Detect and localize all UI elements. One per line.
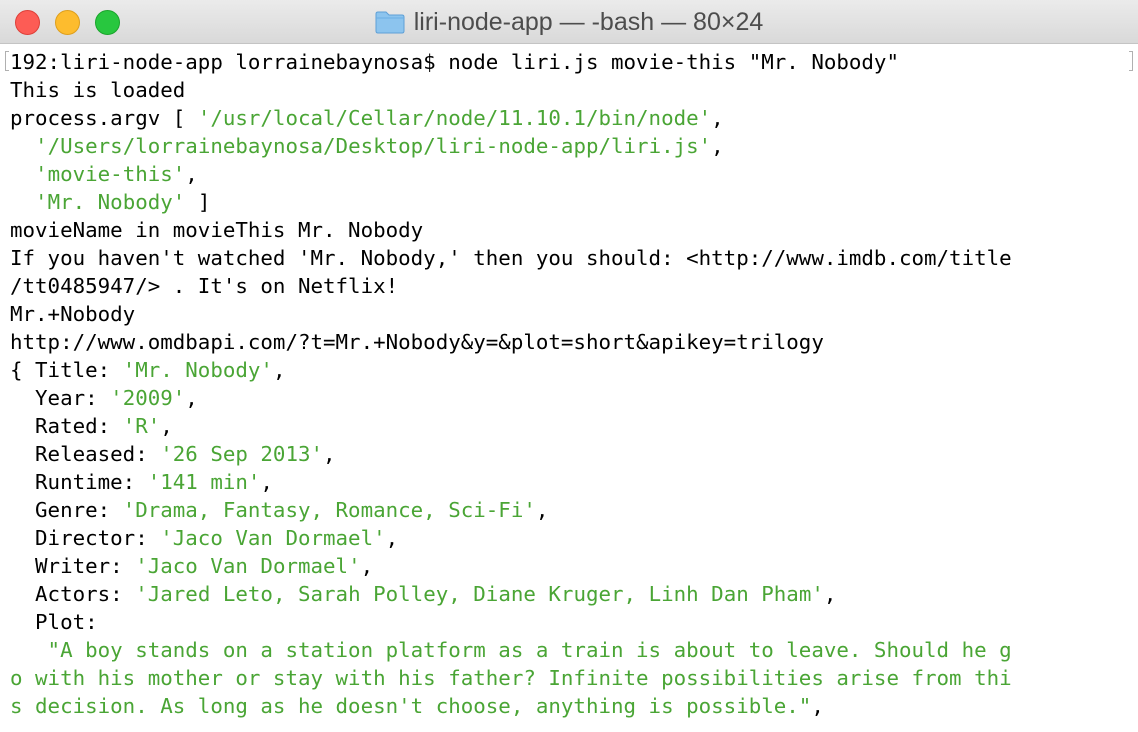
terminal-line: o with his mother or stay with his fathe… xyxy=(10,664,1130,692)
string-literal: '141 min' xyxy=(147,470,261,494)
plain-text: Rated: xyxy=(10,414,123,438)
terminal-line: { Title: 'Mr. Nobody', xyxy=(10,356,1130,384)
terminal-output[interactable]: 192:liri-node-app lorrainebaynosa$ node … xyxy=(10,48,1130,732)
plain-text xyxy=(10,162,35,186)
plain-text: This is loaded xyxy=(10,78,186,102)
plain-text: Genre: xyxy=(10,498,123,522)
plain-text: { Title: xyxy=(10,358,123,382)
plain-text: , xyxy=(823,582,837,606)
plain-text: Director: xyxy=(10,526,161,550)
plain-text: , xyxy=(711,106,724,130)
plain-text: , xyxy=(160,414,173,438)
terminal-line: Released: '26 Sep 2013', xyxy=(10,440,1130,468)
string-literal: 'Mr. Nobody' xyxy=(122,358,273,382)
plain-text: Writer: xyxy=(10,554,136,578)
terminal-line: Rated: 'R', xyxy=(10,412,1130,440)
plain-text xyxy=(10,190,35,214)
terminal-line: 192:liri-node-app lorrainebaynosa$ node … xyxy=(10,48,1130,76)
plain-text: http://www.omdbapi.com/?t=Mr.+Nobody&y=&… xyxy=(10,330,824,354)
plain-text: Actors: xyxy=(10,582,136,606)
plain-text: Year: xyxy=(10,386,111,410)
window-title-area: liri-node-app — -bash — 80×24 xyxy=(0,0,1138,44)
plain-text: 192:liri-node-app lorrainebaynosa$ node … xyxy=(10,50,899,74)
terminal-line: Plot: xyxy=(10,608,1130,636)
string-literal: 'Mr. Nobody' xyxy=(35,190,186,214)
title-bar[interactable]: liri-node-app — -bash — 80×24 xyxy=(0,0,1138,44)
terminal-line: Director: 'Jaco Van Dormael', xyxy=(10,524,1130,552)
plain-text: ] xyxy=(185,190,211,214)
terminal-line: Writer: 'Jaco Van Dormael', xyxy=(10,552,1130,580)
terminal-line: movieName in movieThis Mr. Nobody xyxy=(10,216,1130,244)
terminal-line: process.argv [ '/usr/local/Cellar/node/1… xyxy=(10,104,1130,132)
string-literal: 'movie-this' xyxy=(35,162,186,186)
plain-text: process.argv [ xyxy=(10,106,198,130)
plain-text: , xyxy=(811,694,824,718)
plain-text: , xyxy=(185,162,198,186)
terminal-line: Runtime: '141 min', xyxy=(10,468,1130,496)
string-literal: 'Jaco Van Dormael' xyxy=(135,554,361,578)
string-literal: 'Jaco Van Dormael' xyxy=(160,526,386,550)
terminal-line: http://www.omdbapi.com/?t=Mr.+Nobody&y=&… xyxy=(10,328,1130,356)
plain-text xyxy=(10,134,35,158)
plain-text: If you haven't watched 'Mr. Nobody,' the… xyxy=(10,246,1012,270)
string-literal: 'Drama, Fantasy, Romance, Sci-Fi' xyxy=(122,498,536,522)
terminal-line: If you haven't watched 'Mr. Nobody,' the… xyxy=(10,244,1130,272)
string-literal: 'R' xyxy=(122,414,161,438)
terminal-line: Genre: 'Drama, Fantasy, Romance, Sci-Fi'… xyxy=(10,496,1130,524)
plain-text: , xyxy=(711,134,724,158)
terminal-line: Actors: 'Jared Leto, Sarah Polley, Diane… xyxy=(10,580,1130,608)
terminal-line: '/Users/lorrainebaynosa/Desktop/liri-nod… xyxy=(10,132,1130,160)
string-literal: "A boy stands on a station platform as a… xyxy=(10,638,1012,662)
terminal-line: "A boy stands on a station platform as a… xyxy=(10,636,1130,664)
plain-text: , xyxy=(272,358,286,382)
terminal-line: Mr.+Nobody xyxy=(10,300,1130,328)
plain-text: , xyxy=(260,470,273,494)
terminal-line: This is loaded xyxy=(10,76,1130,104)
plain-text: , xyxy=(323,442,336,466)
plain-text: movieName in movieThis Mr. Nobody xyxy=(10,218,424,242)
plain-text: , xyxy=(535,498,549,522)
terminal-line: /tt0485947/> . It's on Netflix! xyxy=(10,272,1130,300)
string-literal: '26 Sep 2013' xyxy=(160,442,324,466)
plain-text: , xyxy=(185,386,198,410)
string-literal: 'Jared Leto, Sarah Polley, Diane Kruger,… xyxy=(135,582,824,606)
plain-text: , xyxy=(385,526,399,550)
window-title: liri-node-app — -bash — 80×24 xyxy=(413,7,764,36)
folder-icon xyxy=(375,11,405,34)
string-literal: s decision. As long as he doesn't choose… xyxy=(10,694,812,718)
plain-text: Released: xyxy=(10,442,161,466)
scroll-marker-left xyxy=(5,51,9,71)
plain-text: Runtime: xyxy=(10,470,148,494)
terminal-line: s decision. As long as he doesn't choose… xyxy=(10,692,1130,720)
terminal-line: 'movie-this', xyxy=(10,160,1130,188)
plain-text: Plot: xyxy=(10,610,98,634)
terminal-line: 'Mr. Nobody' ] xyxy=(10,188,1130,216)
terminal-line: Year: '2009', xyxy=(10,384,1130,412)
string-literal: '2009' xyxy=(110,386,186,410)
plain-text: /tt0485947/> . It's on Netflix! xyxy=(10,274,399,298)
plain-text: , xyxy=(360,554,374,578)
string-literal: '/Users/lorrainebaynosa/Desktop/liri-nod… xyxy=(35,134,712,158)
plain-text: Mr.+Nobody xyxy=(10,302,136,326)
string-literal: '/usr/local/Cellar/node/11.10.1/bin/node… xyxy=(197,106,712,130)
string-literal: o with his mother or stay with his fathe… xyxy=(10,666,1012,690)
terminal-window: liri-node-app — -bash — 80×24 192:liri-n… xyxy=(0,0,1138,732)
